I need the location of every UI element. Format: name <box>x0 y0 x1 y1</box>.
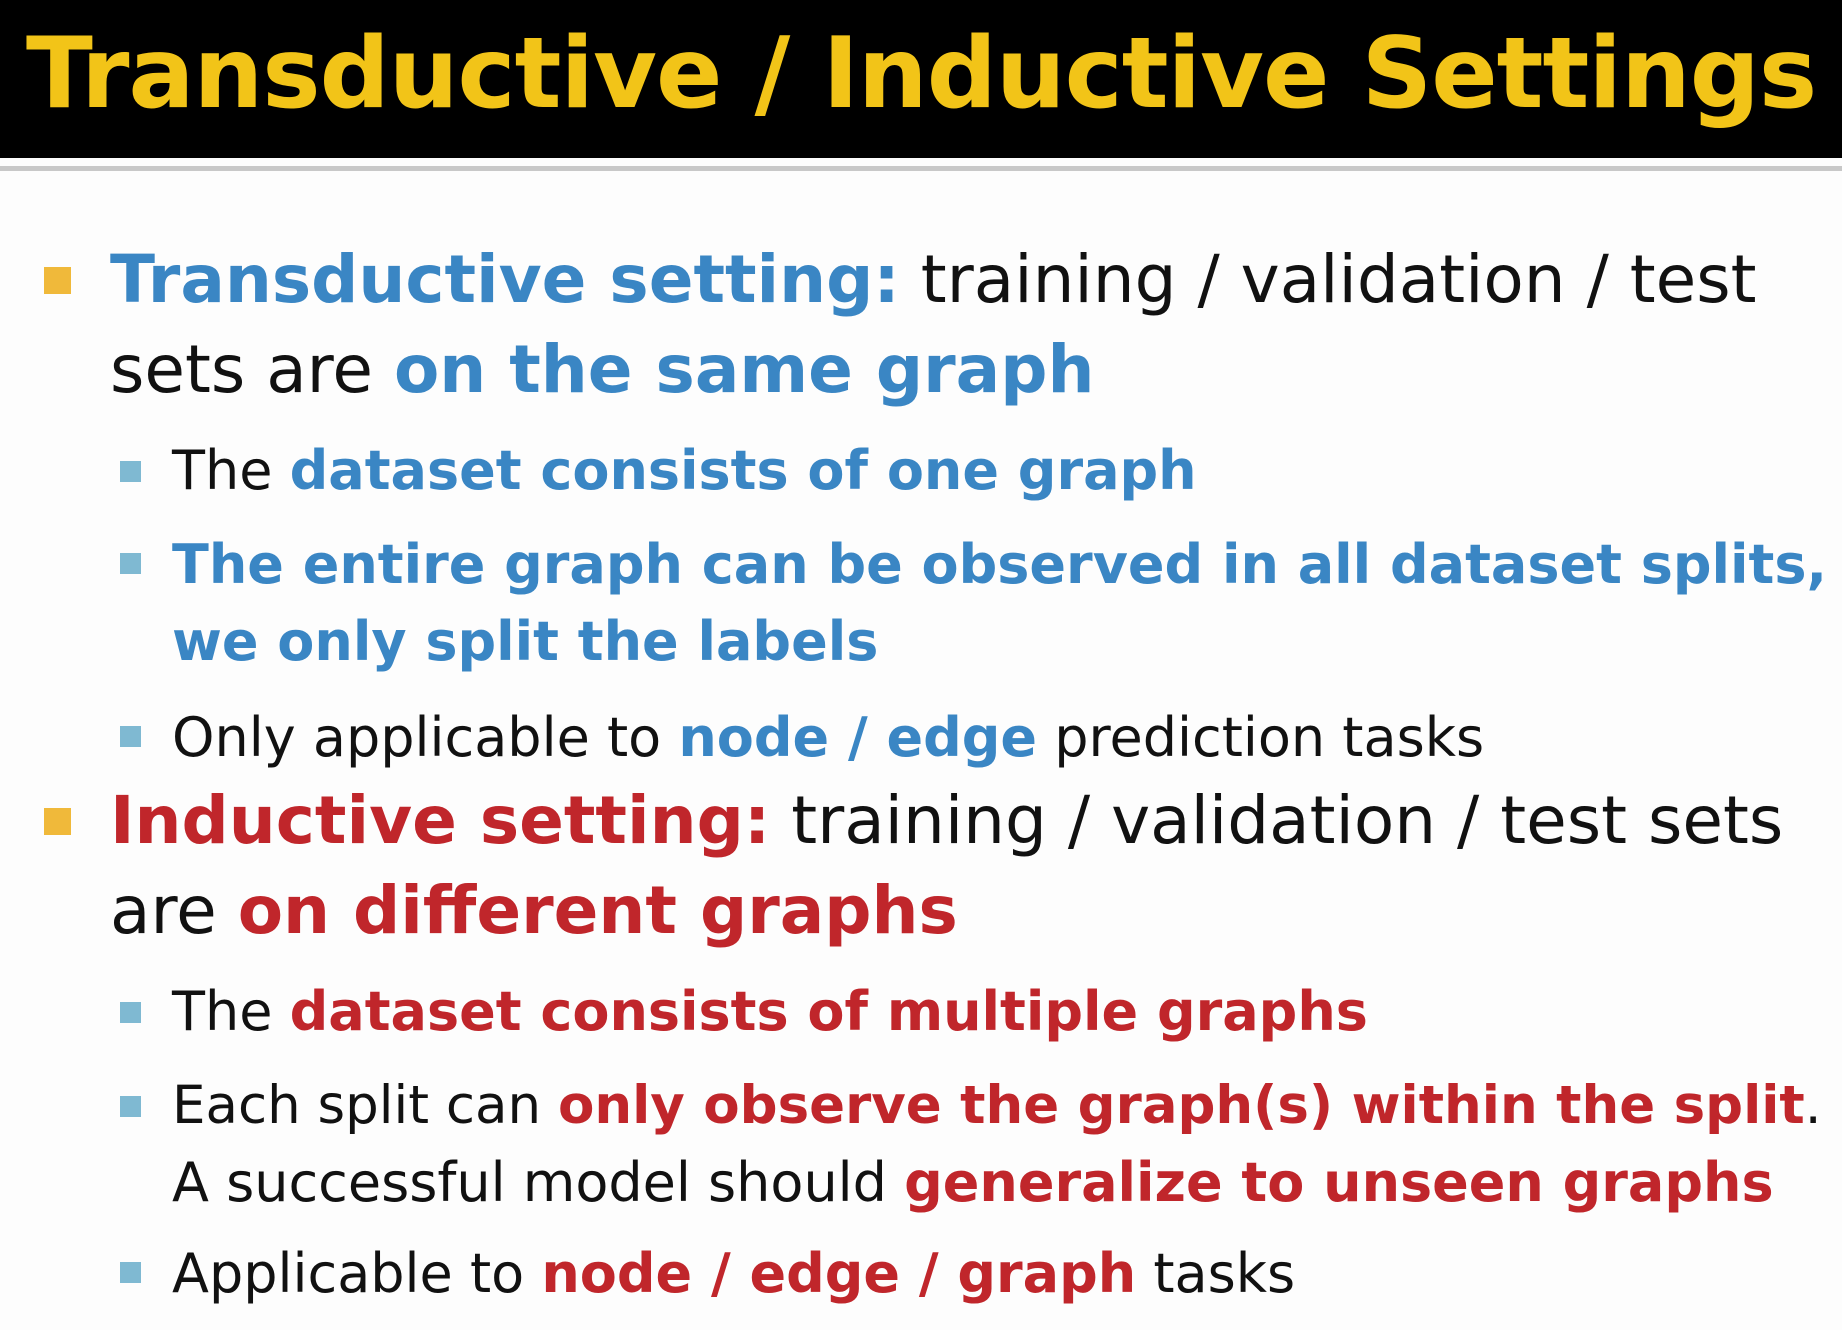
bullet-text-line: Inductive setting: training / validation… <box>110 776 1783 866</box>
text-segment: training / validation / test sets <box>770 782 1784 859</box>
text-segment: Each split can <box>172 1075 558 1136</box>
text-segment: . <box>1804 1075 1822 1136</box>
bullet-text-line: Only applicable to node / edge predictio… <box>172 700 1484 776</box>
emphasis-text-segment: Transductive setting: <box>110 241 900 318</box>
bullet-text-line: are on different graphs <box>110 866 958 956</box>
emphasis-text-segment: dataset consists of multiple graphs <box>289 980 1368 1043</box>
bullet-text-line: The dataset consists of multiple graphs <box>172 974 1368 1050</box>
text-segment: prediction tasks <box>1037 706 1485 769</box>
emphasis-text-segment: on the same graph <box>393 331 1095 408</box>
text-segment: Applicable to <box>172 1242 542 1305</box>
bullet-text-line: Each split can only observe the graph(s)… <box>172 1068 1822 1144</box>
text-segment: Only applicable to <box>172 706 679 769</box>
text-segment: are <box>110 872 238 949</box>
emphasis-text-segment: on different graphs <box>237 872 958 949</box>
emphasis-text-segment: Inductive setting: <box>110 782 771 859</box>
square-bullet-icon <box>44 808 71 835</box>
emphasis-text-segment: we only split the labels <box>172 610 879 673</box>
square-bullet-icon <box>120 1262 141 1283</box>
emphasis-text-segment: The entire graph can be observed in all … <box>172 533 1827 596</box>
square-bullet-icon <box>120 1096 141 1117</box>
slide-body: Transductive setting: training / validat… <box>0 0 1842 1330</box>
bullet-text-line: we only split the labels <box>172 604 878 680</box>
text-segment: training / validation / test <box>899 241 1757 318</box>
text-segment: The <box>172 980 290 1043</box>
square-bullet-icon <box>120 553 141 574</box>
bullet-text-line: Applicable to node / edge / graph tasks <box>172 1236 1295 1312</box>
emphasis-text-segment: dataset consists of one graph <box>289 439 1197 502</box>
emphasis-text-segment: generalize to unseen graphs <box>904 1151 1774 1214</box>
square-bullet-icon <box>120 1002 141 1023</box>
emphasis-text-segment: only observe the graph(s) within the spl… <box>557 1075 1805 1136</box>
emphasis-text-segment: node / edge / graph <box>541 1242 1137 1305</box>
bullet-text-line: sets are on the same graph <box>110 325 1094 415</box>
text-segment: sets are <box>110 331 394 408</box>
text-segment: tasks <box>1136 1242 1296 1305</box>
emphasis-text-segment: node / edge <box>678 706 1038 769</box>
square-bullet-icon <box>44 267 71 294</box>
bullet-text-line: Transductive setting: training / validat… <box>110 235 1757 325</box>
bullet-text-line: The dataset consists of one graph <box>172 433 1197 509</box>
bullet-text-line: The entire graph can be observed in all … <box>172 527 1827 603</box>
text-segment: A successful model should <box>172 1151 905 1214</box>
text-segment: The <box>172 439 290 502</box>
bullet-text-line: A successful model should generalize to … <box>172 1145 1774 1221</box>
square-bullet-icon <box>120 461 141 482</box>
square-bullet-icon <box>120 726 141 747</box>
